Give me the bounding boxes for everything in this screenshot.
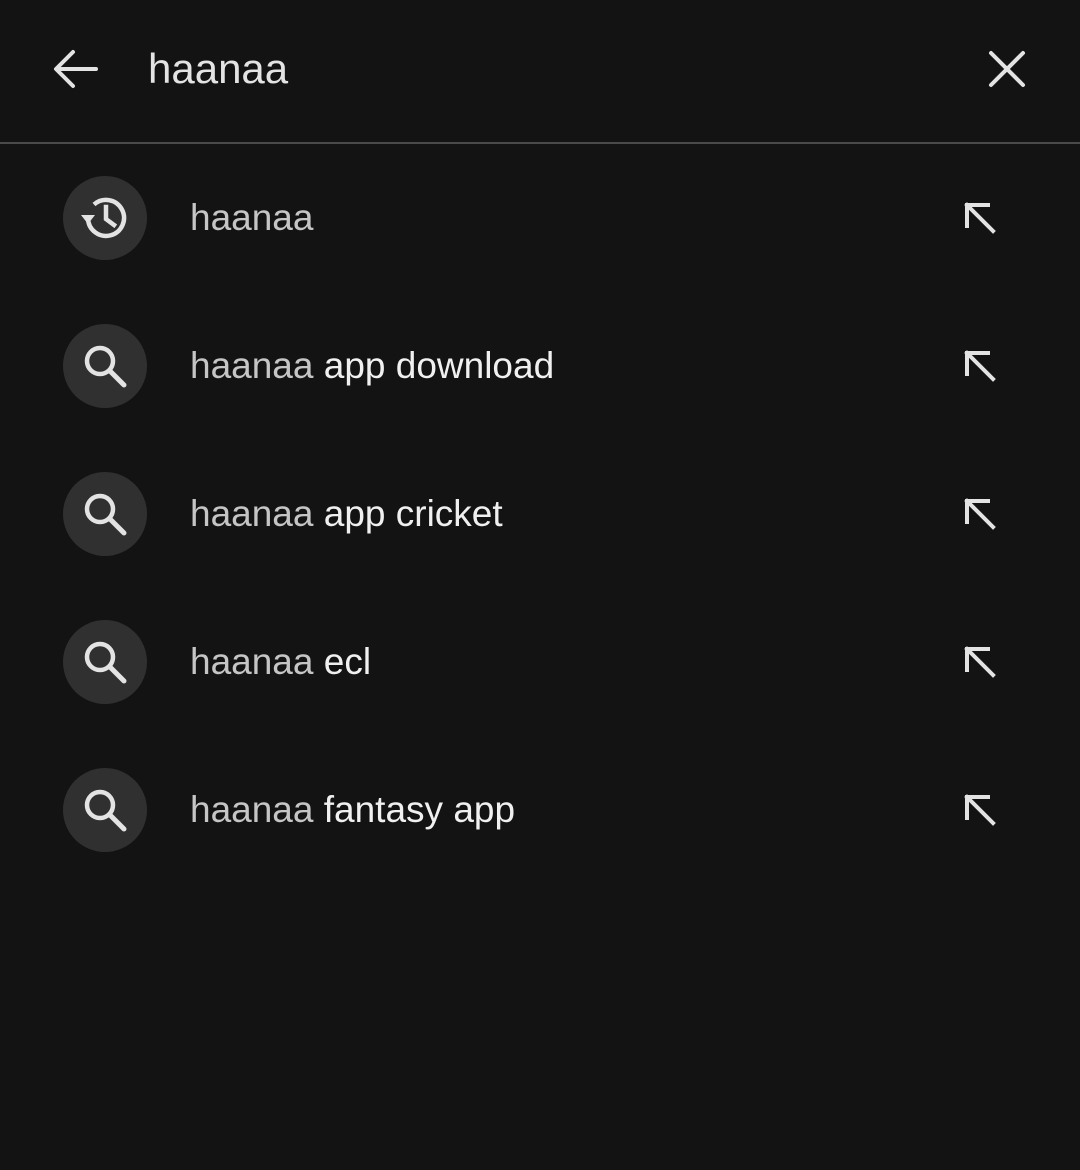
- fill-query-button[interactable]: [950, 336, 1010, 396]
- search-icon-circle: [63, 768, 147, 852]
- fill-query-button[interactable]: [950, 188, 1010, 248]
- fill-query-button[interactable]: [950, 632, 1010, 692]
- arrow-back-icon: [52, 49, 98, 89]
- arrow-up-left-icon: [962, 792, 998, 828]
- arrow-up-left-icon: [962, 348, 998, 384]
- search-icon: [81, 786, 129, 834]
- search-icon-circle: [63, 472, 147, 556]
- suggestion-item[interactable]: haanaa app download: [0, 292, 1080, 440]
- search-icon-circle: [63, 324, 147, 408]
- back-button[interactable]: [44, 40, 106, 98]
- search-bar: [0, 0, 1080, 142]
- suggestion-item[interactable]: haanaa app cricket: [0, 440, 1080, 588]
- arrow-up-left-icon: [962, 200, 998, 236]
- search-icon: [81, 638, 129, 686]
- suggestion-text: haanaa fantasy app: [190, 789, 516, 830]
- search-icon-circle: [63, 620, 147, 704]
- fill-query-button[interactable]: [950, 484, 1010, 544]
- clear-search-button[interactable]: [976, 40, 1038, 98]
- history-icon: [77, 193, 133, 243]
- close-icon: [987, 49, 1027, 89]
- suggestion-item[interactable]: haanaa fantasy app: [0, 736, 1080, 884]
- suggestion-item[interactable]: haanaa ecl: [0, 588, 1080, 736]
- suggestion-text: haanaa app download: [190, 345, 555, 386]
- suggestion-text: haanaa: [190, 197, 314, 238]
- search-icon: [81, 342, 129, 390]
- suggestion-item[interactable]: haanaa: [0, 144, 1080, 292]
- suggestion-text: haanaa ecl: [190, 641, 372, 682]
- arrow-up-left-icon: [962, 496, 998, 532]
- fill-query-button[interactable]: [950, 780, 1010, 840]
- suggestion-text: haanaa app cricket: [190, 493, 503, 534]
- search-input[interactable]: [148, 38, 948, 100]
- history-icon-circle: [63, 176, 147, 260]
- arrow-up-left-icon: [962, 644, 998, 680]
- suggestion-list: haanaa haanaa app download haanaa app cr…: [0, 144, 1080, 884]
- search-screen: haanaa haanaa app download: [0, 0, 1080, 1170]
- search-icon: [81, 490, 129, 538]
